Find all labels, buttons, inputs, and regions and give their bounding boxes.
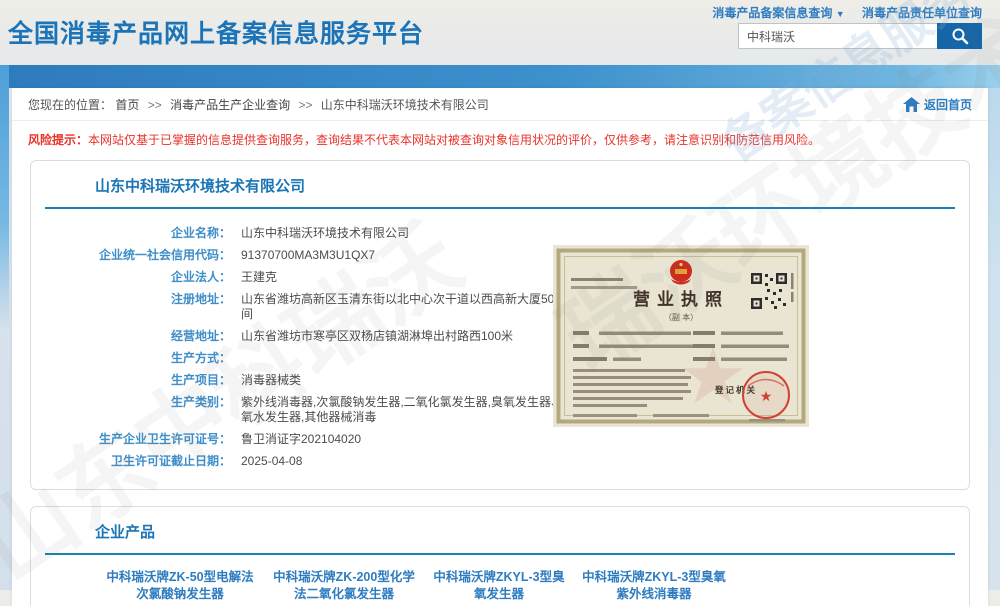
info-row-production-mode: 生产方式： bbox=[31, 348, 969, 370]
site-title: 全国消毒产品网上备案信息服务平台 bbox=[8, 14, 424, 50]
header-accent-bar bbox=[0, 65, 1000, 88]
field-label: 生产企业卫生许可证号： bbox=[31, 432, 231, 447]
info-row-credit-code: 企业统一社会信用代码： 91370700MA3M3U1QX7 bbox=[31, 245, 969, 267]
nav-responsible-unit-query[interactable]: 消毒产品责任单位查询 bbox=[862, 6, 982, 20]
breadcrumb-prefix: 您现在的位置： bbox=[28, 98, 112, 112]
heading-divider bbox=[45, 553, 955, 555]
field-label: 经营地址： bbox=[31, 329, 231, 344]
field-value: 2025-04-08 bbox=[241, 454, 575, 469]
risk-notice: 风险提示：本网站仅基于已掌握的信息提供查询服务，查询结果不代表本网站对被查询对象… bbox=[12, 121, 988, 154]
field-value: 山东中科瑞沃环境技术有限公司 bbox=[241, 226, 575, 241]
risk-notice-label: 风险提示： bbox=[28, 133, 88, 147]
svg-text:★: ★ bbox=[760, 388, 773, 404]
breadcrumb-separator: >> bbox=[298, 98, 312, 112]
home-icon bbox=[903, 97, 920, 112]
field-value: 山东省潍坊高新区玉清东街以北中心次干道以西高新大厦502房间 bbox=[241, 292, 575, 322]
info-row-registered-address: 注册地址： 山东省潍坊高新区玉清东街以北中心次干道以西高新大厦502房间 bbox=[31, 289, 969, 326]
product-link-zkyl3-uv[interactable]: 中科瑞沃牌ZKYL-3型臭氧紫外线消毒器 bbox=[579, 569, 729, 603]
field-value: 山东省潍坊市寒亭区双杨店镇湖淋埠出村路西100米 bbox=[241, 329, 575, 344]
products-heading: 企业产品 bbox=[95, 521, 969, 542]
chevron-down-icon: ▼ bbox=[836, 9, 845, 19]
field-label: 企业名称： bbox=[31, 226, 231, 241]
field-value: 91370700MA3M3U1QX7 bbox=[241, 248, 575, 263]
decorative-right-strip bbox=[988, 88, 1000, 590]
info-row-production-item: 生产项目： 消毒器械类 bbox=[31, 370, 969, 392]
breadcrumb: 您现在的位置： 首页 >> 消毒产品生产企业查询 >> 山东中科瑞沃环境技术有限… bbox=[28, 96, 489, 113]
field-value: 消毒器械类 bbox=[241, 373, 575, 388]
product-link-zk200[interactable]: 中科瑞沃牌ZK-200型化学法二氧化氯发生器 bbox=[269, 569, 419, 603]
license-title: 营业执照 bbox=[633, 289, 729, 309]
field-label: 企业法人： bbox=[31, 270, 231, 285]
info-row-legal-person: 企业法人： 王建克 bbox=[31, 267, 969, 289]
field-label: 卫生许可证截止日期： bbox=[31, 454, 231, 469]
search-bar bbox=[738, 23, 982, 49]
heading-divider bbox=[45, 207, 955, 209]
company-name-heading: 山东中科瑞沃环境技术有限公司 bbox=[95, 175, 969, 196]
search-input[interactable] bbox=[738, 23, 937, 49]
search-button[interactable] bbox=[937, 23, 982, 49]
breadcrumb-home-link[interactable]: 首页 bbox=[115, 98, 139, 112]
field-value: 鲁卫消证字202104020 bbox=[241, 432, 575, 447]
field-value bbox=[241, 351, 575, 366]
info-row-production-category: 生产类别： 紫外线消毒器,次氯酸钠发生器,二氧化氯发生器,臭氧发生器、臭氧水发生… bbox=[31, 392, 969, 429]
products-panel: 企业产品 中科瑞沃牌ZK-50型电解法次氯酸钠发生器 中科瑞沃牌ZK-200型化… bbox=[30, 506, 970, 606]
info-row-company-name: 企业名称： 山东中科瑞沃环境技术有限公司 bbox=[31, 223, 969, 245]
nav-record-info-query[interactable]: 消毒产品备案信息查询 ▼ bbox=[712, 6, 844, 20]
field-label: 注册地址： bbox=[31, 292, 231, 322]
business-license-image: ★ 营业执照 （副 本） bbox=[553, 245, 809, 427]
field-value: 王建克 bbox=[241, 270, 575, 285]
info-row-business-address: 经营地址： 山东省潍坊市寒亭区双杨店镇湖淋埠出村路西100米 bbox=[31, 326, 969, 348]
back-home-link[interactable]: 返回首页 bbox=[903, 96, 972, 113]
breadcrumb-separator: >> bbox=[148, 98, 162, 112]
license-subtitle: （副 本） bbox=[664, 312, 698, 322]
top-nav: 消毒产品备案信息查询 ▼ 消毒产品责任单位查询 bbox=[698, 4, 982, 21]
info-row-license-expiry-date: 卫生许可证截止日期： 2025-04-08 bbox=[31, 451, 969, 473]
national-emblem-icon bbox=[670, 260, 692, 285]
info-row-hygiene-license-no: 生产企业卫生许可证号： 鲁卫消证字202104020 bbox=[31, 429, 969, 451]
search-icon bbox=[951, 27, 969, 45]
field-label: 生产项目： bbox=[31, 373, 231, 388]
product-link-zkyl3-ozone[interactable]: 中科瑞沃牌ZKYL-3型臭氧发生器 bbox=[433, 569, 565, 603]
field-label: 生产类别： bbox=[31, 395, 231, 425]
breadcrumb-enterprise-query-link[interactable]: 消毒产品生产企业查询 bbox=[170, 98, 290, 112]
site-header: 全国消毒产品网上备案信息服务平台 消毒产品备案信息查询 ▼ 消毒产品责任单位查询 bbox=[0, 0, 1000, 65]
company-info-panel: 山东中科瑞沃环境技术有限公司 企业名称： 山东中科瑞沃环境技术有限公司 企业统一… bbox=[30, 160, 970, 490]
field-label: 企业统一社会信用代码： bbox=[31, 248, 231, 263]
product-link-zk50[interactable]: 中科瑞沃牌ZK-50型电解法次氯酸钠发生器 bbox=[105, 569, 255, 603]
field-value: 紫外线消毒器,次氯酸钠发生器,二氧化氯发生器,臭氧发生器、臭氧水发生器,其他器械… bbox=[241, 395, 575, 425]
field-label: 生产方式： bbox=[31, 351, 231, 366]
breadcrumb-current: 山东中科瑞沃环境技术有限公司 bbox=[321, 98, 489, 112]
main-content: 您现在的位置： 首页 >> 消毒产品生产企业查询 >> 山东中科瑞沃环境技术有限… bbox=[12, 88, 988, 606]
decorative-left-strip bbox=[0, 65, 9, 330]
products-row: 中科瑞沃牌ZK-50型电解法次氯酸钠发生器 中科瑞沃牌ZK-200型化学法二氧化… bbox=[105, 569, 969, 603]
breadcrumb-row: 您现在的位置： 首页 >> 消毒产品生产企业查询 >> 山东中科瑞沃环境技术有限… bbox=[12, 88, 988, 121]
